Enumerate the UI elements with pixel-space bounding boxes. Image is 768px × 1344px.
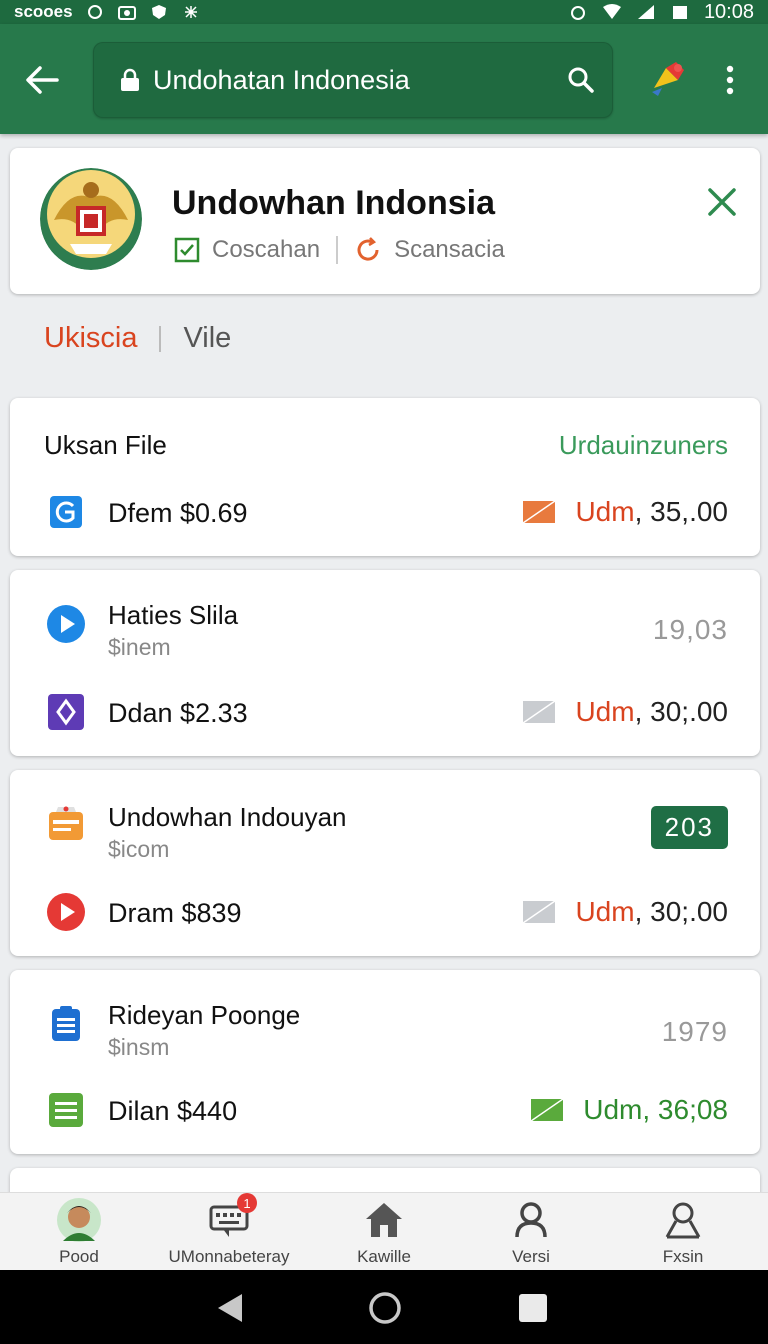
back-triangle-icon[interactable] xyxy=(212,1290,248,1326)
trend-chart-icon xyxy=(531,1099,564,1121)
nav-label: Fxsin xyxy=(662,1247,704,1266)
meta-label-2: Scansacia xyxy=(394,236,505,263)
signal-status-icon xyxy=(637,5,654,19)
swirl-app-icon xyxy=(50,496,82,528)
header-meta: Coscahan Scansacia xyxy=(174,236,505,264)
battery-status-icon xyxy=(672,6,687,19)
shield-status-icon xyxy=(151,5,166,19)
close-icon[interactable] xyxy=(704,184,740,220)
settings-status-icon xyxy=(87,5,102,19)
page-title: Undowhan Indonsia xyxy=(172,184,495,222)
home-icon xyxy=(366,1203,402,1237)
unit-label: Udm xyxy=(575,896,635,927)
person-icon xyxy=(515,1202,547,1238)
list-card[interactable]: Undowhan Indouyan $icom 203 Dram $839 Ud… xyxy=(10,770,760,956)
nav-label: Versi xyxy=(512,1247,550,1266)
row-amount: Udm, 30;.00 xyxy=(523,696,728,728)
flag-icon[interactable] xyxy=(648,58,692,102)
bottom-navigation: Pood 1 UMonnabeteray Kawille Versi Fxsin xyxy=(0,1192,768,1270)
card-subtitle: $insm xyxy=(108,1034,170,1060)
nav-label: UMonnabeteray xyxy=(168,1247,290,1266)
trend-chart-icon xyxy=(523,901,556,923)
amount-value: 35,.00 xyxy=(650,496,728,527)
alarm-status-icon xyxy=(570,6,585,20)
more-vert-icon xyxy=(726,65,734,95)
clock-text: 10:08 xyxy=(703,0,754,23)
nav-label: Pood xyxy=(59,1247,99,1266)
search-bar[interactable]: Undohatan Indonesia xyxy=(93,42,613,118)
amount-value: 30;.00 xyxy=(650,896,728,927)
list-card[interactable]: Uksan File Urdauinzuners Dfem $0.69 Udm,… xyxy=(10,398,760,556)
play-circle-icon xyxy=(47,605,85,643)
card-link[interactable]: Urdauinzuners xyxy=(559,430,728,461)
card-title: Undowhan Indouyan xyxy=(108,802,347,832)
card-value: 19,03 xyxy=(652,614,728,645)
lock-icon xyxy=(121,68,139,91)
tab-vile[interactable]: Vile xyxy=(183,322,231,355)
row-label: Dilan $440 xyxy=(108,1096,238,1126)
amount-value: 30;.00 xyxy=(650,696,728,727)
garuda-emblem-icon xyxy=(40,168,142,270)
card-title: Uksan File xyxy=(44,430,167,460)
card-title: Rideyan Poonge xyxy=(108,1000,301,1030)
card-subtitle: $icom xyxy=(108,836,170,862)
amount-value: 36;08 xyxy=(657,1094,728,1125)
play-button-icon xyxy=(47,893,85,931)
tab-ukiscia[interactable]: Ukiscia xyxy=(44,322,137,355)
document-icon xyxy=(49,1093,83,1127)
nav-item-umonnabeteray[interactable]: 1 UMonnabeteray xyxy=(154,1193,304,1267)
meta-label-1: Coscahan xyxy=(212,236,321,263)
nav-item-pood[interactable]: Pood xyxy=(4,1197,154,1267)
list-card[interactable]: Rideyan Poonge $insm 1979 Dilan $440 Udm… xyxy=(10,970,760,1154)
nav-label: Kawille xyxy=(357,1247,411,1266)
card-title: Haties Slila xyxy=(108,600,239,630)
status-bar: scooes 10:08 xyxy=(0,0,768,24)
header-card: Undowhan Indonsia Coscahan Scansacia xyxy=(10,148,760,294)
account-icon xyxy=(665,1202,701,1239)
row-amount: Udm, 36;08 xyxy=(531,1094,728,1126)
card-value: 1979 xyxy=(661,1016,728,1047)
trend-chart-icon xyxy=(523,701,556,723)
avatar xyxy=(57,1198,101,1242)
receipt-icon xyxy=(49,806,83,840)
keyboard-chat-icon: 1 xyxy=(205,1193,257,1243)
wifi-status-icon xyxy=(602,4,621,19)
refresh-icon xyxy=(357,237,379,261)
unit-label: Udm xyxy=(583,1094,643,1125)
system-navigation-bar xyxy=(0,1270,768,1344)
unit-label: Udm xyxy=(575,496,635,527)
search-icon[interactable] xyxy=(567,66,595,94)
bug-status-icon xyxy=(184,6,197,18)
camera-status-icon xyxy=(117,6,136,20)
row-amount: Udm, 35,.00 xyxy=(523,496,728,528)
tab-bar: Ukiscia Vile xyxy=(44,322,231,355)
nav-item-versi[interactable]: Versi xyxy=(456,1197,606,1267)
check-box-icon xyxy=(174,237,200,263)
list-card[interactable]: Haties Slila $inem 19,03 Ddan $2.33 Udm,… xyxy=(10,570,760,756)
back-button[interactable] xyxy=(22,60,62,100)
arrow-back-icon xyxy=(26,66,59,94)
nav-item-kawille[interactable]: Kawille xyxy=(309,1197,459,1267)
app-bar: Undohatan Indonesia xyxy=(0,24,768,134)
tab-divider xyxy=(159,325,162,352)
more-options-button[interactable] xyxy=(712,60,748,100)
count-badge: 203 xyxy=(650,806,728,849)
nav-item-fxsin[interactable]: Fxsin xyxy=(608,1197,758,1267)
meta-divider xyxy=(336,236,339,264)
carrier-text: scooes xyxy=(14,2,73,21)
card-subtitle: $inem xyxy=(108,634,171,660)
row-label: Dfem $0.69 xyxy=(108,498,248,528)
trend-chart-icon xyxy=(523,501,556,523)
row-amount: Udm, 30;.00 xyxy=(523,896,728,928)
home-circle-icon[interactable] xyxy=(367,1290,403,1326)
clipboard-icon xyxy=(52,1006,80,1041)
recents-square-icon[interactable] xyxy=(515,1290,551,1326)
search-input[interactable]: Undohatan Indonesia xyxy=(153,65,567,96)
hexagon-app-icon xyxy=(48,694,84,730)
row-label: Ddan $2.33 xyxy=(108,698,248,728)
notification-badge: 1 xyxy=(237,1193,257,1213)
row-label: Dram $839 xyxy=(108,898,242,928)
unit-label: Udm xyxy=(575,696,635,727)
